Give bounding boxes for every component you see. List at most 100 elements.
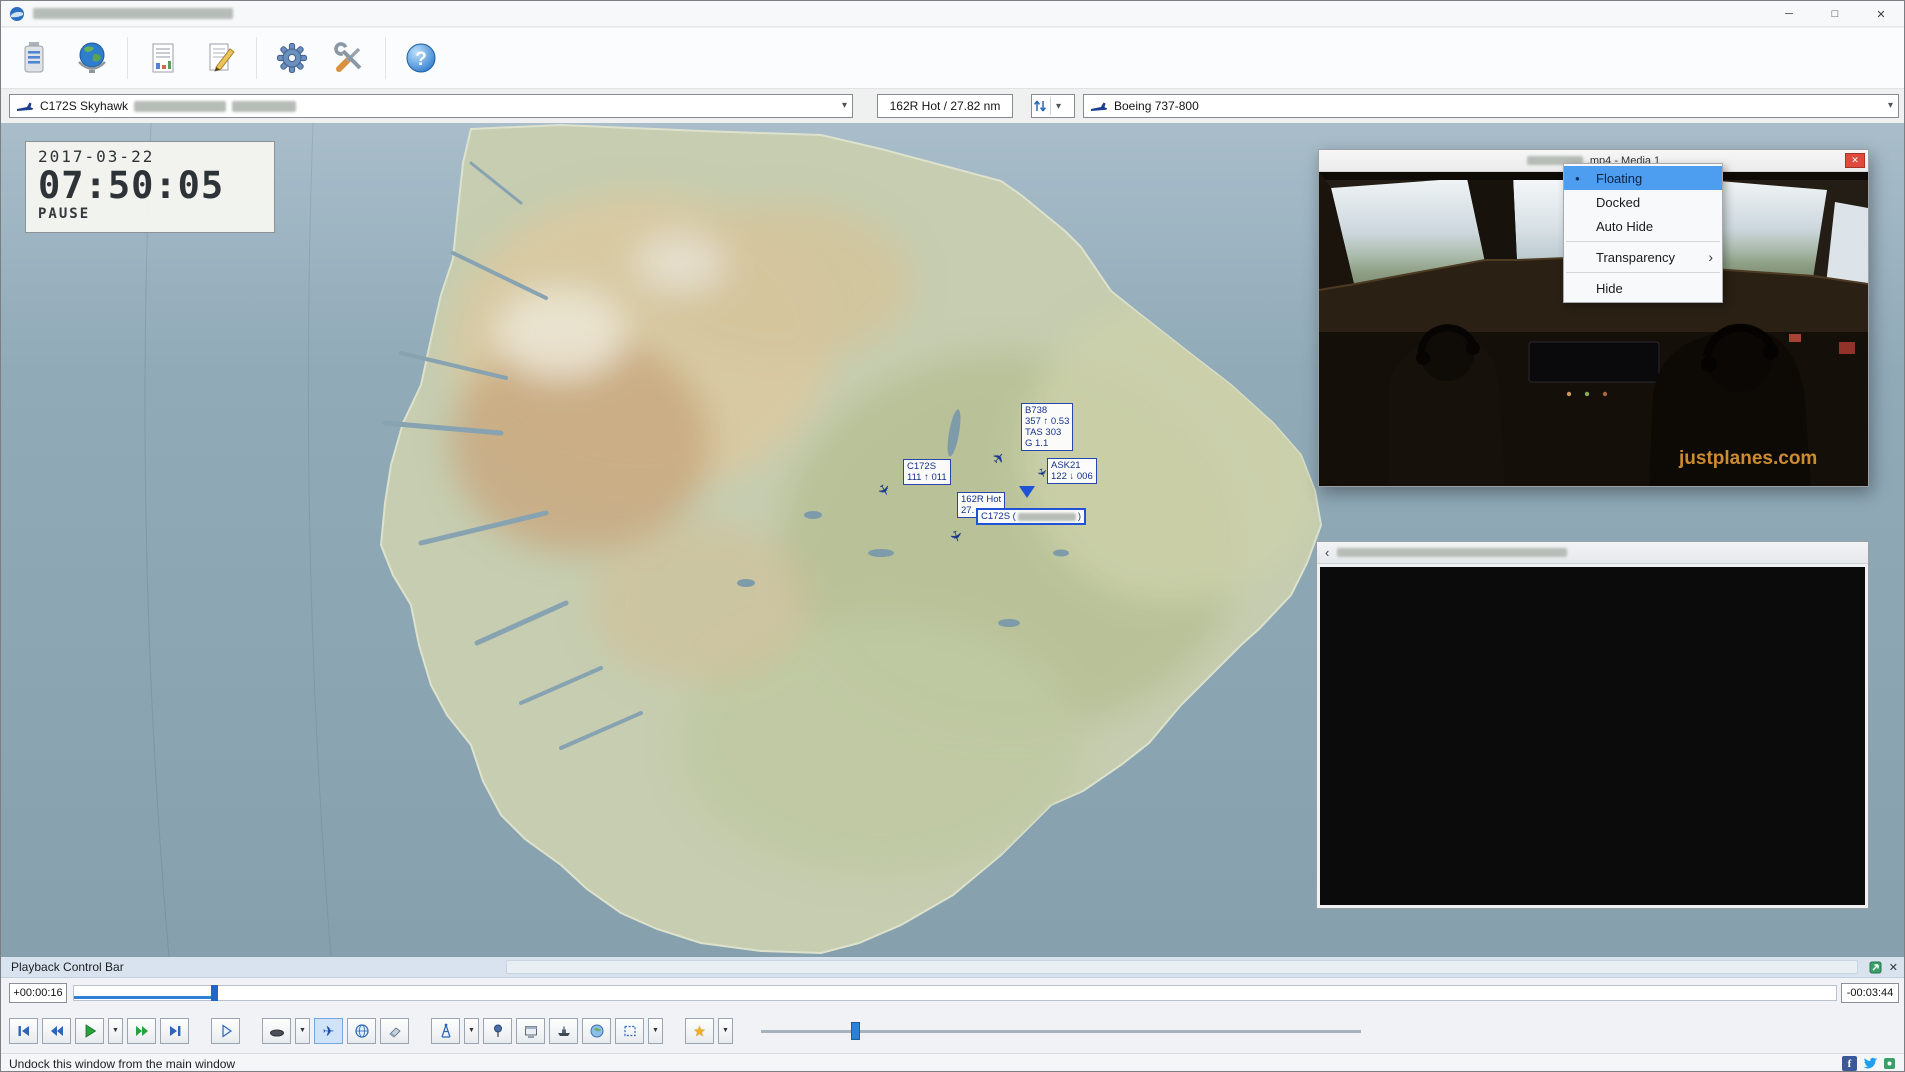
docked-panel-header[interactable]: ‹ [1317, 542, 1868, 564]
edit-pencil-icon [209, 43, 235, 72]
ship-button[interactable] [549, 1017, 578, 1044]
seek-progress [74, 996, 214, 999]
tools-button[interactable] [327, 34, 373, 82]
label-line: 122 ↓ 006 [1051, 471, 1093, 482]
remaining-time: -00:03:44 [1841, 983, 1899, 1003]
playback-pane: Playback Control Bar ✕ +00:00:16 -00:03:… [1, 957, 1904, 1053]
play-icon [85, 1023, 96, 1038]
antenna-options-button[interactable]: ▼ [464, 1017, 479, 1044]
label-line: 162R Hot [961, 494, 1002, 505]
favorites-options-button[interactable]: ▼ [718, 1017, 733, 1044]
pushpin-button[interactable] [483, 1017, 512, 1044]
camera-view-button[interactable] [262, 1017, 291, 1044]
selection-options-button[interactable]: ▼ [648, 1017, 663, 1044]
window-controls: ─ □ ✕ [1766, 1, 1904, 27]
menu-item-label: Auto Hide [1596, 218, 1654, 234]
menu-item-hide[interactable]: Hide [1564, 276, 1722, 300]
aircraft-label-c172s[interactable]: C172S 111 ↑ 011 [903, 459, 951, 485]
maximize-button[interactable]: □ [1812, 1, 1858, 27]
toolbar-separator [256, 37, 257, 79]
selection-box-button[interactable] [615, 1017, 644, 1044]
aircraft-label-selected[interactable]: C172S ( ) [976, 508, 1087, 525]
rewind-button[interactable] [42, 1017, 71, 1044]
skip-end-icon [169, 1025, 180, 1036]
primary-aircraft-label: C172S Skyhawk [40, 99, 129, 113]
pane-close-icon[interactable]: ✕ [1889, 961, 1898, 974]
twitter-icon[interactable] [1862, 1057, 1878, 1071]
menu-item-transparency[interactable]: Transparency › [1564, 245, 1722, 269]
status-hint: Undock this window from the main window [9, 1056, 236, 1071]
share-icon[interactable] [1883, 1057, 1896, 1070]
menu-item-label: Floating [1596, 170, 1643, 186]
camera-view-options-button[interactable]: ▼ [295, 1017, 310, 1044]
menu-item-label: Hide [1596, 280, 1623, 296]
redacted-text [1337, 548, 1568, 557]
media-close-button[interactable]: ✕ [1845, 153, 1865, 168]
video-watermark: justplanes.com [1678, 448, 1817, 469]
titlebar[interactable]: ─ □ ✕ [1, 1, 1904, 27]
label-line: ASK21 [1051, 460, 1081, 471]
range-readout: 162R Hot / 27.82 nm [877, 94, 1013, 118]
rate-slider[interactable] [761, 1020, 1361, 1042]
fast-forward-button[interactable] [127, 1017, 156, 1044]
world-layer-button[interactable] [582, 1017, 611, 1044]
window-title-redacted [33, 8, 233, 19]
close-button[interactable]: ✕ [1858, 1, 1904, 27]
aircraft-label-ask21[interactable]: ASK21 122 ↓ 006 [1047, 458, 1097, 484]
antenna-button[interactable] [431, 1017, 460, 1044]
chevron-down-icon[interactable]: ▾ [842, 100, 847, 111]
aircraft-labels-toggle[interactable]: ✈ [314, 1017, 343, 1044]
facebook-icon[interactable]: f [1842, 1056, 1857, 1071]
eraser-button[interactable] [380, 1017, 409, 1044]
menu-item-docked[interactable]: Docked [1564, 190, 1722, 214]
globe-icon [78, 42, 106, 73]
seek-bar[interactable] [73, 985, 1837, 1001]
edit-notes-button[interactable] [198, 34, 244, 82]
minimize-button[interactable]: ─ [1766, 1, 1812, 27]
chevron-down-icon[interactable]: ▾ [1053, 101, 1064, 112]
settings-button[interactable] [269, 34, 315, 82]
airplane-icon: ✈ [322, 1022, 335, 1039]
menu-item-auto-hide[interactable]: Auto Hide [1564, 214, 1722, 238]
report-button[interactable] [140, 34, 186, 82]
help-icon: ? [406, 43, 436, 73]
world-map-button[interactable] [69, 34, 115, 82]
skip-to-start-button[interactable] [9, 1017, 38, 1044]
secondary-aircraft-select[interactable]: Boeing 737-800 ▾ [1083, 94, 1899, 118]
skip-to-end-button[interactable] [160, 1017, 189, 1044]
step-forward-button[interactable] [211, 1017, 240, 1044]
sim-time: 07:50:05 [38, 164, 225, 207]
redacted-text [232, 100, 297, 112]
aircraft-label-b738[interactable]: B738 357 ↑ 0.53 TAS 303 G 1.1 [1021, 403, 1074, 451]
chevron-down-icon[interactable]: ▾ [1888, 100, 1893, 111]
rate-slider-thumb[interactable] [851, 1021, 860, 1040]
globe-view-toggle[interactable] [347, 1017, 376, 1044]
swap-arrows-icon [1033, 100, 1047, 112]
menu-separator [1566, 241, 1720, 242]
airplane-side-icon [17, 102, 33, 111]
swap-aircraft-button[interactable]: ▾ [1031, 94, 1075, 118]
panels-button[interactable] [516, 1017, 545, 1044]
seek-thumb[interactable] [211, 985, 218, 1001]
pane-drag-track [506, 960, 1858, 974]
undock-icon[interactable] [1869, 961, 1882, 974]
help-button[interactable]: ? [398, 34, 444, 82]
ship-icon [557, 1026, 570, 1036]
primary-aircraft-select[interactable]: C172S Skyhawk ▾ [9, 94, 853, 118]
elapsed-time: +00:00:16 [9, 983, 67, 1003]
play-options-button[interactable]: ▼ [108, 1017, 123, 1044]
label-line: G 1.1 [1025, 438, 1049, 449]
main-toolbar: ? [1, 28, 1904, 89]
menu-item-floating[interactable]: ● Floating [1564, 166, 1722, 190]
play-button[interactable] [75, 1017, 104, 1044]
submenu-arrow-icon: › [1708, 249, 1713, 265]
favorites-button[interactable]: ★ [685, 1017, 714, 1044]
docked-media-panel[interactable]: ‹ [1316, 541, 1869, 909]
playback-pane-title: Playback Control Bar [11, 960, 124, 974]
recorder-button[interactable] [11, 34, 57, 82]
app-icon [10, 6, 24, 21]
star-icon: ★ [693, 1022, 706, 1039]
collapse-left-icon[interactable]: ‹ [1325, 545, 1329, 560]
recorder-drive-icon [24, 42, 44, 73]
playback-pane-titlebar[interactable]: Playback Control Bar ✕ [1, 957, 1904, 978]
